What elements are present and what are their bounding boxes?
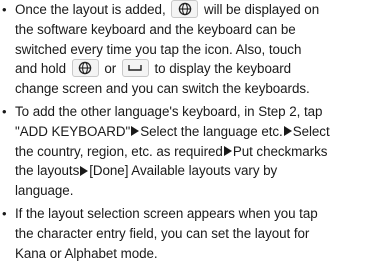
right-triangle-arrow-icon: [80, 165, 89, 176]
text-line: the layouts [Done] Available layouts vary…: [15, 161, 384, 181]
globe-icon: [71, 59, 99, 78]
bullet-item-layout-selection: • If the layout selection screen appears…: [0, 204, 384, 263]
space-bar-icon: [121, 59, 149, 78]
text-segment: Select the language etc.: [140, 123, 283, 139]
text-line: "ADD KEYBOARD" Select the language etc. Se…: [15, 122, 384, 142]
globe-icon: [171, 0, 199, 18]
text-segment: will be displayed on: [203, 2, 320, 17]
text-segment: to display the keyboard: [154, 61, 292, 77]
text-segment: and hold: [15, 61, 66, 77]
text-line: the country, region, etc. as required Put…: [15, 142, 384, 162]
text-line: and hold or to display the keyboard: [15, 59, 384, 79]
text-segment: Select: [292, 123, 330, 139]
text-line: the software keyboard and the keyboard c…: [15, 21, 296, 37]
text-line: the character entry field, you can set t…: [15, 225, 310, 241]
bullet-dot: •: [2, 2, 7, 17]
bullet-item-keyboard-switch: • Once the layout is added, will be disp…: [0, 0, 384, 99]
text-line: If the layout selection screen appears w…: [15, 205, 318, 221]
text-segment: Once the layout is added,: [15, 2, 166, 17]
text-line: Kana or Alphabet mode.: [15, 245, 158, 261]
text-segment: or: [104, 61, 117, 77]
text-line: language.: [15, 183, 74, 199]
right-triangle-arrow-icon: [283, 126, 292, 137]
bullet-dot: •: [2, 103, 7, 119]
text-line: change screen and you can switch the key…: [15, 81, 310, 97]
right-triangle-arrow-icon: [131, 126, 140, 137]
text-segment: the country, region, etc. as required: [15, 143, 223, 159]
text-segment: Put checkmarks: [232, 143, 328, 159]
text-line: To add the other language's keyboard, in…: [15, 103, 323, 119]
bullet-list: • Once the layout is added, will be disp…: [0, 0, 384, 263]
text-segment: "ADD KEYBOARD": [15, 123, 131, 139]
text-line: Once the layout is added, will be displa…: [15, 0, 384, 20]
text-segment: [Done] Available layouts vary by: [89, 163, 278, 179]
text-line: switched every time you tap the icon. Al…: [15, 41, 302, 57]
instruction-notes: • Once the layout is added, will be disp…: [0, 0, 384, 278]
right-triangle-arrow-icon: [223, 146, 232, 157]
text-segment: the layouts: [15, 163, 80, 179]
bullet-item-add-language: • To add the other language's keyboard, …: [0, 102, 384, 201]
bullet-dot: •: [2, 205, 7, 221]
